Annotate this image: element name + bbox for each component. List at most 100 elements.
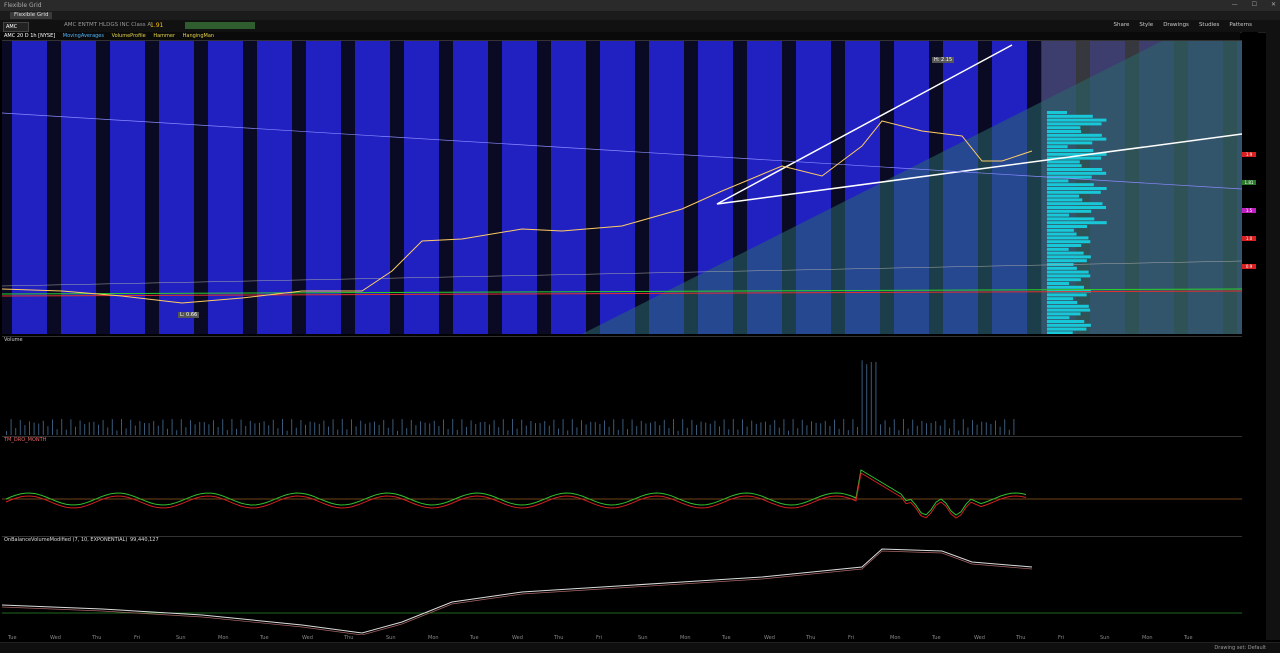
volume-profile-bar: [1047, 164, 1082, 168]
volume-bar: [93, 421, 95, 435]
volume-bar: [792, 419, 794, 435]
volume-bar: [806, 425, 808, 435]
volume-bar: [622, 419, 624, 435]
volume-bar: [903, 419, 904, 435]
patterns-button[interactable]: Patterns: [1229, 22, 1252, 28]
volume-bar: [125, 428, 127, 435]
price-panel[interactable]: H: 2.15 L: 0.66: [2, 40, 1242, 334]
volume-bar: [157, 425, 159, 435]
minimize-icon[interactable]: —: [1232, 1, 1238, 8]
quick-trade-buttons[interactable]: [185, 22, 255, 29]
volume-bar: [295, 427, 297, 435]
volume-profile-bar: [1047, 320, 1085, 323]
volume-profile-bar: [1047, 274, 1091, 278]
session-band: [61, 41, 96, 334]
volume-bar: [61, 419, 63, 435]
volume-bar: [351, 419, 352, 435]
tab-flexible-grid[interactable]: Flexible Grid: [10, 12, 53, 19]
volume-bar: [213, 420, 214, 435]
volume-bar: [912, 419, 914, 435]
volume-bar: [673, 419, 674, 435]
volume-bar: [300, 420, 302, 435]
volume-bar: [783, 419, 785, 435]
volume-bar: [203, 422, 205, 435]
study-volume-profile[interactable]: VolumeProfile: [112, 33, 146, 39]
symbol-input[interactable]: AMC: [3, 22, 29, 32]
volume-bar: [852, 419, 854, 435]
volume-bar: [617, 429, 619, 435]
volume-bar: [995, 420, 996, 435]
volume-bar: [387, 427, 389, 435]
volume-bar: [456, 429, 458, 435]
close-icon[interactable]: ✕: [1271, 1, 1276, 8]
volume-profile-bar: [1047, 304, 1089, 308]
volume-bar: [75, 426, 76, 435]
volume-bar: [479, 422, 481, 435]
time-axis-label: Sun: [638, 635, 648, 641]
volume-profile-bar: [1047, 301, 1078, 304]
time-axis-label: Mon: [890, 635, 901, 641]
volume-profile-bar: [1047, 259, 1087, 263]
volume-bar: [199, 421, 201, 435]
share-button[interactable]: Share: [1113, 22, 1129, 28]
volume-profile-bar: [1047, 141, 1093, 145]
oscillator-panel[interactable]: TM_DRO_MONTH: [2, 436, 1242, 533]
volume-bar: [663, 419, 665, 435]
volume-bar: [949, 428, 950, 435]
studies-button[interactable]: Studies: [1199, 22, 1219, 28]
volume-profile-bar: [1047, 209, 1092, 213]
session-band: [257, 41, 292, 334]
volume-bar: [866, 364, 868, 435]
price-axis[interactable]: 1.9 1.81 1.5 1.0 0.9: [1242, 32, 1258, 640]
volume-bar: [631, 419, 633, 435]
volume-bar: [976, 424, 978, 435]
sidebar-tab-2[interactable]: [1268, 72, 1276, 78]
volume-profile-bar: [1047, 198, 1083, 202]
study-moving-averages[interactable]: MovingAverages: [63, 33, 104, 39]
study-hanging-man[interactable]: HangingMan: [183, 33, 214, 39]
obv-panel[interactable]: OnBalanceVolumeModified (7, 10, EXPONENT…: [2, 536, 1242, 635]
volume-bar: [475, 424, 477, 435]
volume-bar: [857, 426, 858, 435]
volume-profile-bar: [1047, 137, 1107, 141]
volume-bar: [544, 421, 546, 435]
volume-bar: [102, 420, 104, 435]
volume-bar: [360, 420, 362, 435]
time-axis-label: Sun: [176, 635, 186, 641]
volume-bar: [742, 419, 743, 435]
volume-bar: [581, 420, 582, 435]
drawings-button[interactable]: Drawings: [1163, 22, 1189, 28]
volume-bar: [696, 424, 697, 435]
volume-bar: [838, 428, 840, 435]
study-hammer[interactable]: Hammer: [153, 33, 175, 39]
sidebar-tab-1[interactable]: [1268, 38, 1276, 44]
volume-profile-bar: [1047, 160, 1080, 164]
volume-profile-bar: [1047, 149, 1094, 152]
volume-bar: [516, 428, 518, 435]
maximize-icon[interactable]: ☐: [1252, 1, 1257, 8]
volume-bar: [604, 420, 605, 435]
volume-bar: [52, 419, 53, 435]
session-band: [110, 41, 145, 334]
volume-bar: [811, 421, 812, 435]
volume-bar: [38, 423, 40, 435]
time-axis: Tue Wed Thu Fri Sun Mon Tue Wed Thu Sun Mon Tue Wed T…: [0, 634, 1240, 642]
volume-bar: [751, 420, 753, 435]
price-chart-svg: [2, 41, 1242, 334]
volume-profile-bar: [1047, 225, 1088, 228]
volume-panel[interactable]: Volume: [2, 336, 1242, 435]
sidebar-tab-4[interactable]: [1268, 152, 1276, 158]
volume-bar: [893, 419, 895, 435]
volume-bar: [746, 426, 748, 435]
style-button[interactable]: Style: [1139, 22, 1153, 28]
volume-bar: [305, 424, 306, 435]
volume-bar: [438, 426, 440, 435]
volume-profile-bar: [1047, 251, 1084, 255]
quote-text: AMC ENTMT HLDGS INC Class A: [64, 22, 152, 28]
drawing-set-label: Drawing set: Default: [1214, 645, 1266, 651]
volume-profile-bar: [1047, 282, 1070, 285]
volume-bar: [341, 419, 343, 435]
volume-profile-bar: [1047, 194, 1080, 198]
sidebar-tab-3[interactable]: [1268, 112, 1276, 118]
volume-bar: [788, 430, 789, 435]
